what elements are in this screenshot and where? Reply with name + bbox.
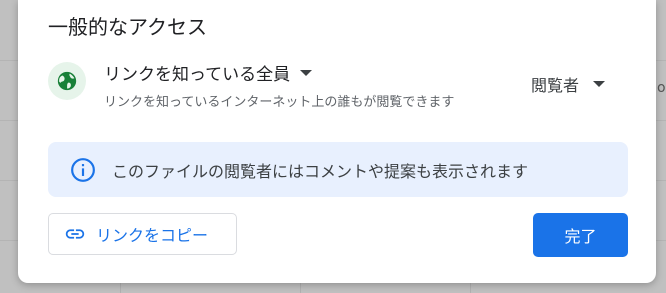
chevron-down-icon [300,69,313,76]
link-access-dropdown[interactable]: リンクを知っている全員 [104,60,313,85]
link-access-description: リンクを知っているインターネット上の誰もが閲覧できます [104,95,455,110]
globe-icon [48,62,86,100]
share-dialog: 一般的なアクセス リンクを知っている全員 リンクを知っているインターネット上の誰… [18,0,656,283]
section-title: 一般的なアクセス [48,15,207,39]
link-access-label: リンクを知っている全員 [104,65,291,85]
info-banner: このファイルの閲覧者にはコメントや提案も表示されます [48,142,628,197]
info-banner-text: このファイルの閲覧者にはコメントや提案も表示されます [112,161,529,181]
copy-link-label: リンクをコピー [96,226,209,245]
info-icon [70,157,96,183]
chevron-down-icon [593,81,606,87]
link-icon [64,223,86,245]
role-label: 閲覧者 [531,76,580,95]
copy-link-button[interactable]: リンクをコピー [48,213,237,255]
done-button[interactable]: 完了 [533,213,628,257]
background-text: o [657,80,666,96]
role-dropdown[interactable]: 閲覧者 [531,72,606,96]
